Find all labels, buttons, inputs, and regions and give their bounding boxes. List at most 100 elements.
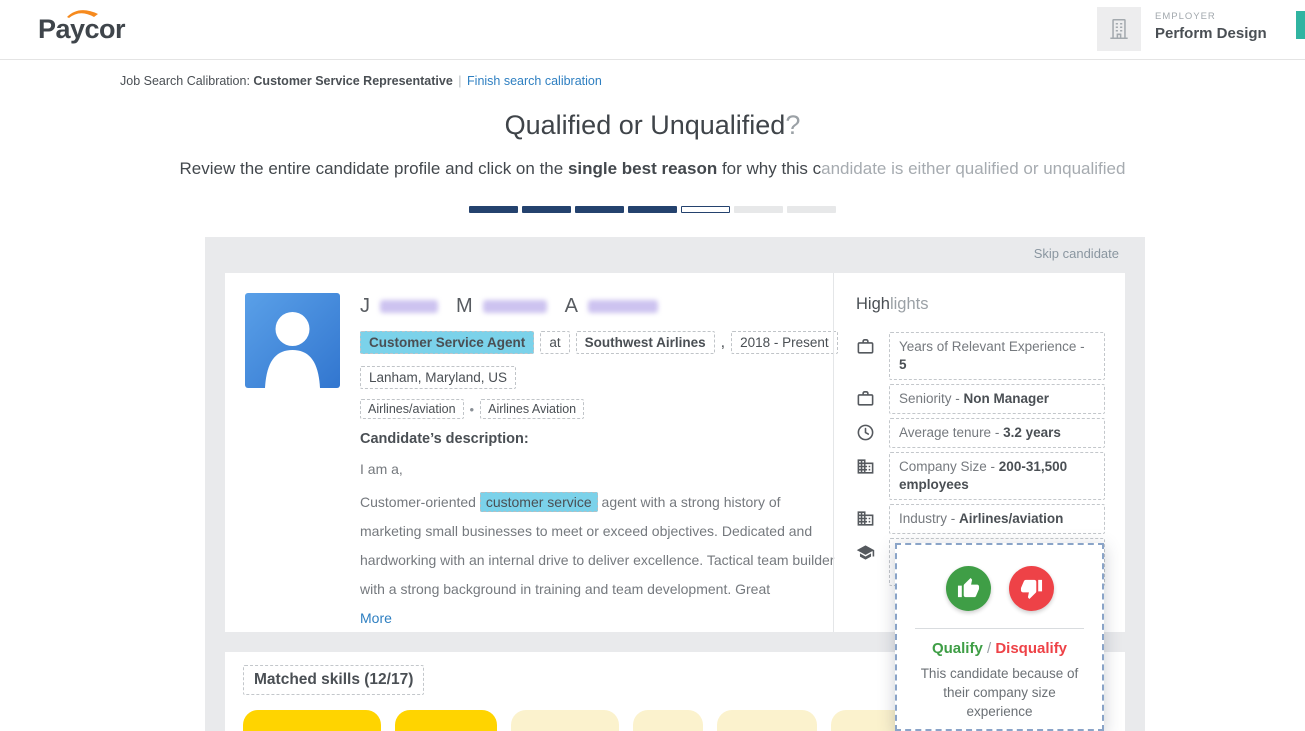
highlight-bold-value: Airlines/aviation bbox=[959, 511, 1063, 526]
subtitle-mid: for why this c bbox=[717, 159, 821, 178]
highlight-value[interactable]: Seniority - Non Manager bbox=[889, 384, 1105, 414]
skill-pill[interactable] bbox=[717, 710, 817, 731]
initial-3: A bbox=[565, 295, 578, 317]
progress-step-filled bbox=[522, 206, 571, 213]
briefcase-icon bbox=[856, 389, 877, 408]
paycor-swoosh-icon bbox=[65, 6, 101, 21]
finish-calibration-link[interactable]: Finish search calibration bbox=[467, 74, 602, 88]
redacted-first-name bbox=[380, 300, 438, 313]
person-icon bbox=[245, 293, 340, 388]
description-pre: Customer-oriented bbox=[360, 494, 480, 510]
subtitle-pre: Review the entire candidate profile and … bbox=[180, 159, 568, 178]
highlight-row: Years of Relevant Experience - 5 bbox=[856, 332, 1105, 380]
highlights-title-dark: High bbox=[856, 295, 890, 313]
description-paragraph: Customer-oriented customer service agent… bbox=[360, 488, 835, 633]
company-tag[interactable]: Southwest Airlines bbox=[576, 331, 715, 354]
subtitle-bold: single best reason bbox=[568, 159, 717, 178]
highlight-label: Industry - bbox=[899, 511, 959, 526]
skill-pill[interactable] bbox=[243, 710, 381, 731]
account-name: Perform Design bbox=[1155, 25, 1275, 42]
skill-pill[interactable] bbox=[633, 710, 703, 731]
progress-step-empty bbox=[734, 206, 783, 213]
tenure-tag[interactable]: 2018 - Present bbox=[731, 331, 838, 354]
skill-pill[interactable] bbox=[395, 710, 497, 731]
highlight-bold-value: 5 bbox=[899, 357, 907, 372]
highlight-row: Seniority - Non Manager bbox=[856, 384, 1105, 414]
highlight-row: Average tenure - 3.2 years bbox=[856, 418, 1105, 448]
thumbs-up-icon bbox=[957, 577, 980, 600]
highlight-row: Company Size - 200-31,500 employees bbox=[856, 452, 1105, 500]
page-title-mark: ? bbox=[785, 110, 800, 140]
more-link[interactable]: More bbox=[360, 604, 835, 633]
app-header: Paycor EMPLOYER Perform Design bbox=[0, 0, 1305, 60]
thumbs-down-icon bbox=[1020, 577, 1043, 600]
initial-1: J bbox=[360, 295, 370, 317]
matched-skills-title[interactable]: Matched skills (12/17) bbox=[243, 665, 424, 695]
page-title: Qualified or Unqualified? bbox=[0, 110, 1305, 141]
disqualify-label: Disqualify bbox=[995, 640, 1067, 657]
qualify-label: Qualify bbox=[932, 640, 983, 657]
overlay-divider bbox=[915, 628, 1084, 629]
current-role-tag[interactable]: Customer Service Agent bbox=[360, 331, 534, 354]
progress-step-empty bbox=[787, 206, 836, 213]
avatar bbox=[245, 293, 340, 388]
location-row: Lanham, Maryland, US bbox=[360, 366, 516, 389]
panel-edge-accent[interactable] bbox=[1296, 11, 1305, 39]
skill-pill[interactable] bbox=[511, 710, 619, 731]
decision-reason-text: This candidate because of their company … bbox=[897, 664, 1102, 721]
thumbs-down-button[interactable] bbox=[1009, 566, 1054, 611]
initial-2: M bbox=[456, 295, 473, 317]
skill-highlight-tag[interactable]: customer service bbox=[480, 492, 598, 512]
account-type-label: EMPLOYER bbox=[1155, 11, 1275, 22]
thumbs-row bbox=[897, 566, 1102, 611]
highlight-label: Company Size - bbox=[899, 459, 999, 474]
paycor-logo[interactable]: Paycor bbox=[38, 14, 125, 45]
highlight-value[interactable]: Company Size - 200-31,500 employees bbox=[889, 452, 1105, 500]
highlight-bold-value: Non Manager bbox=[964, 391, 1050, 406]
highlights-title: Highlights bbox=[856, 295, 1105, 314]
highlights-title-light: lights bbox=[890, 295, 929, 313]
qualify-decision-popover: Qualify / Disqualify This candidate beca… bbox=[895, 543, 1104, 731]
progress-step-outlined bbox=[681, 206, 730, 213]
account-switcher[interactable]: EMPLOYER Perform Design bbox=[1155, 11, 1275, 42]
comma-text: , bbox=[721, 334, 725, 352]
at-tag[interactable]: at bbox=[540, 331, 569, 354]
breadcrumb-job-title: Customer Service Representative bbox=[253, 74, 452, 88]
highlight-row: Industry - Airlines/aviation bbox=[856, 504, 1105, 534]
redacted-middle-name bbox=[483, 300, 547, 313]
description-label: Candidate’s description: bbox=[360, 431, 529, 447]
decision-labels: Qualify / Disqualify bbox=[897, 640, 1102, 657]
highlight-value[interactable]: Industry - Airlines/aviation bbox=[889, 504, 1105, 534]
description-intro: I am a, bbox=[360, 461, 403, 477]
progress-steps bbox=[0, 206, 1305, 213]
subtitle-faded: andidate is either qualified or unqualif… bbox=[821, 159, 1125, 178]
highlight-value[interactable]: Years of Relevant Experience - 5 bbox=[889, 332, 1105, 380]
highlight-label: Average tenure - bbox=[899, 425, 1003, 440]
skip-candidate-button[interactable]: Skip candidate bbox=[1034, 246, 1119, 261]
candidate-name: JMA bbox=[360, 295, 676, 318]
location-tag[interactable]: Lanham, Maryland, US bbox=[360, 366, 516, 389]
decision-separator: / bbox=[983, 640, 996, 657]
employer-icon-button[interactable] bbox=[1097, 7, 1141, 51]
industry-tag[interactable]: Airlines/aviation bbox=[360, 399, 464, 419]
breadcrumb-prefix: Job Search Calibration: bbox=[120, 74, 253, 88]
highlight-bold-value: 3.2 years bbox=[1003, 425, 1061, 440]
redacted-last-name bbox=[588, 300, 658, 313]
building-icon bbox=[856, 457, 877, 476]
progress-step-filled bbox=[575, 206, 624, 213]
thumbs-up-button[interactable] bbox=[946, 566, 991, 611]
page-subtitle: Review the entire candidate profile and … bbox=[0, 159, 1305, 179]
highlight-label: Years of Relevant Experience - bbox=[899, 339, 1085, 354]
page-title-text: Qualified or Unqualified bbox=[505, 110, 786, 140]
building-icon bbox=[1106, 16, 1132, 42]
clock-icon bbox=[856, 423, 877, 442]
industry-row: Airlines/aviation • Airlines Aviation bbox=[360, 399, 584, 419]
highlight-label: Seniority - bbox=[899, 391, 964, 406]
progress-step-filled bbox=[628, 206, 677, 213]
dot-separator: • bbox=[470, 402, 475, 417]
industry-tag[interactable]: Airlines Aviation bbox=[480, 399, 584, 419]
current-position-row: Customer Service Agent at Southwest Airl… bbox=[360, 331, 838, 354]
education-icon bbox=[856, 543, 877, 562]
building-icon bbox=[856, 509, 877, 528]
highlight-value[interactable]: Average tenure - 3.2 years bbox=[889, 418, 1105, 448]
